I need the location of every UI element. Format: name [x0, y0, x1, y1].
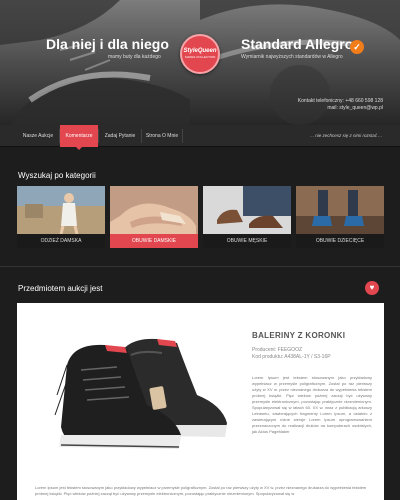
product-description: Lorem Ipsum jest tekstem stosowanym jako… — [252, 375, 372, 434]
nav-separator — [182, 129, 183, 143]
product-producer: Producent: FEEGOOZ — [252, 347, 303, 353]
nav-item-strona-o-mnie[interactable]: Strona O Mnie — [142, 125, 182, 147]
categories-title: Wyszukaj po kategorii — [18, 171, 96, 180]
auction-title: Przedmiotem aukcji jest — [18, 284, 103, 293]
category-obuwie-dzieciece[interactable]: OBUWIE DZIECIĘCE — [296, 186, 384, 248]
category-image — [296, 186, 384, 234]
category-obuwie-meskie[interactable]: OBUWIE MĘSKIE — [203, 186, 291, 248]
contact-info: Kontakt telefoniczny: +48 660 598 128 ma… — [298, 98, 383, 112]
nav-slogan: ... nie zechcesz się z nimi rozstać ... — [310, 133, 382, 138]
product-image — [54, 338, 227, 449]
brand-logo[interactable]: StyleQueen SHOES COLLECTION — [180, 34, 220, 74]
contact-email: mail: style_queen@wp.pl — [327, 105, 383, 111]
contact-phone: Kontakt telefoniczny: +48 660 598 128 — [297, 98, 383, 104]
category-odziez-damska[interactable]: ODZIEŻ DAMSKA — [17, 186, 105, 248]
nav-item-komentarze[interactable]: Komentarze — [60, 125, 98, 150]
nav-item-nasze-aukcje[interactable]: Nasze Aukcje — [17, 125, 59, 147]
product-card: BALERINY Z KORONKI Producent: FEEGOOZ Ko… — [17, 303, 384, 500]
category-image — [203, 186, 291, 234]
tagline-right-subtitle: Wymiarnik najwyższych standardów w Alleg… — [241, 54, 343, 60]
logo-text: StyleQueen — [183, 48, 217, 54]
card-description: Lorem Ipsum jest tekstem stosowanym jako… — [35, 485, 367, 496]
nav-item-zadaj-pytanie[interactable]: Zadaj Pytanie — [99, 125, 141, 147]
tagline-left: Dla niej i dla niego — [46, 36, 169, 52]
categories-panel: ODZIEŻ DAMSKA OBUWIE DAMSKIE OBUWIE MĘSK… — [17, 186, 384, 248]
main-navigation: Nasze Aukcje Komentarze Zadaj Pytanie St… — [0, 125, 400, 150]
category-image — [110, 186, 198, 234]
product-title: BALERINY Z KORONKI — [252, 331, 346, 340]
tagline-left-subtitle: mamy buty dla każdego — [108, 54, 161, 60]
category-image — [17, 186, 105, 234]
category-label: ODZIEŻ DAMSKA — [17, 234, 105, 248]
category-label: OBUWIE DAMSKIE — [110, 234, 198, 248]
logo-subtitle: SHOES COLLECTION — [184, 55, 216, 59]
section-divider — [0, 266, 400, 267]
heart-icon[interactable]: ♥ — [365, 281, 379, 295]
product-code: Kod produktu: A438AL-1Y / S3-16P — [252, 354, 331, 360]
category-label: OBUWIE DZIECIĘCE — [296, 234, 384, 248]
category-obuwie-damskie[interactable]: OBUWIE DAMSKIE — [110, 186, 198, 248]
category-label: OBUWIE MĘSKIE — [203, 234, 291, 248]
product-meta: Producent: FEEGOOZ Kod produktu: A438AL-… — [252, 347, 331, 361]
tagline-right: Standard Allegro — [241, 36, 354, 52]
checkmark-icon: ✓ — [350, 40, 364, 54]
header-banner: Dla niej i dla niego mamy buty dla każde… — [0, 0, 400, 125]
